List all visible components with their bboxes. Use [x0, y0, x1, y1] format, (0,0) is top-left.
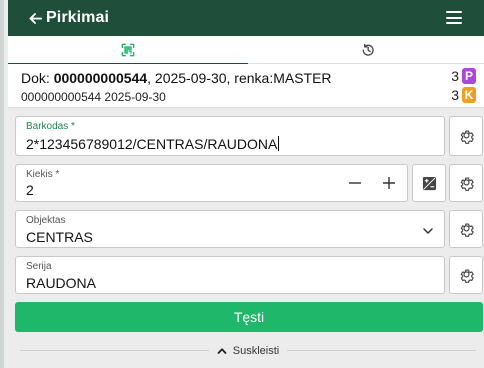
back-button[interactable] — [8, 0, 43, 36]
tab-history[interactable] — [248, 36, 484, 64]
page-title: Pirkimai — [46, 9, 110, 26]
gear-icon — [460, 223, 474, 237]
barcode-settings-button[interactable] — [449, 116, 483, 156]
history-icon — [362, 43, 374, 56]
badge-count: 3 — [451, 87, 459, 103]
plus-minus-box-icon — [422, 176, 436, 190]
minus-icon — [349, 182, 361, 184]
document-number: 000000000544 — [53, 70, 148, 86]
gear-icon — [460, 177, 474, 191]
app-bar: Pirkimai — [8, 0, 484, 36]
quantity-field[interactable]: Kiekis * 2 — [15, 164, 408, 202]
status-badge: P — [462, 68, 476, 84]
increment-button[interactable] — [372, 165, 406, 201]
chevron-down-icon[interactable] — [422, 225, 434, 237]
barcode-scan-icon — [121, 43, 135, 57]
arrow-left-icon — [29, 12, 43, 24]
barcode-field[interactable]: Barkodas * 2*123456789012/CENTRAS/RAUDON… — [15, 116, 445, 156]
document-subtitle: 000000000544 2025-09-30 — [21, 90, 166, 104]
collapse-label: Suskleisti — [232, 345, 280, 357]
barcode-input[interactable]: 2*123456789012/CENTRAS/RAUDONA — [26, 136, 280, 152]
badge-count: 3 — [451, 68, 459, 84]
series-field[interactable]: Serija RAUDONA — [15, 256, 445, 294]
continue-button[interactable]: Tęsti — [15, 302, 483, 332]
tab-bar — [8, 36, 484, 65]
document-title: Dok: 000000000544, 2025-09-30, renka:MAS… — [21, 70, 332, 86]
quantity-settings-button[interactable] — [449, 164, 483, 202]
gear-icon — [460, 130, 474, 144]
plus-icon — [383, 177, 395, 189]
hamburger-menu-icon[interactable] — [446, 11, 462, 25]
quantity-input[interactable]: 2 — [26, 182, 34, 198]
series-input[interactable]: RAUDONA — [26, 275, 96, 291]
gear-icon — [460, 269, 474, 283]
calculator-button[interactable] — [412, 164, 446, 202]
series-settings-button[interactable] — [449, 256, 483, 294]
quantity-label: Kiekis * — [26, 169, 60, 180]
decrement-button[interactable] — [338, 165, 372, 201]
status-badge: K — [462, 87, 476, 103]
tab-scan[interactable] — [8, 36, 248, 65]
document-info: Dok: 000000000544, 2025-09-30, renka:MAS… — [8, 64, 484, 108]
object-label: Objektas — [26, 215, 66, 226]
series-label: Serija — [26, 261, 52, 272]
badge-row-k: 3 K — [451, 87, 476, 103]
object-settings-button[interactable] — [449, 210, 483, 248]
object-select[interactable]: Objektas CENTRAS — [15, 210, 445, 248]
barcode-label: Barkodas * — [26, 121, 75, 132]
chevron-up-icon — [217, 348, 227, 354]
badge-row-p: 3 P — [451, 68, 476, 84]
collapse-toggle[interactable]: Suskleisti — [8, 338, 484, 364]
app-frame: Pirkimai Dok: 000000000544, 2025-09-30, … — [0, 0, 484, 368]
object-value: CENTRAS — [26, 229, 93, 245]
